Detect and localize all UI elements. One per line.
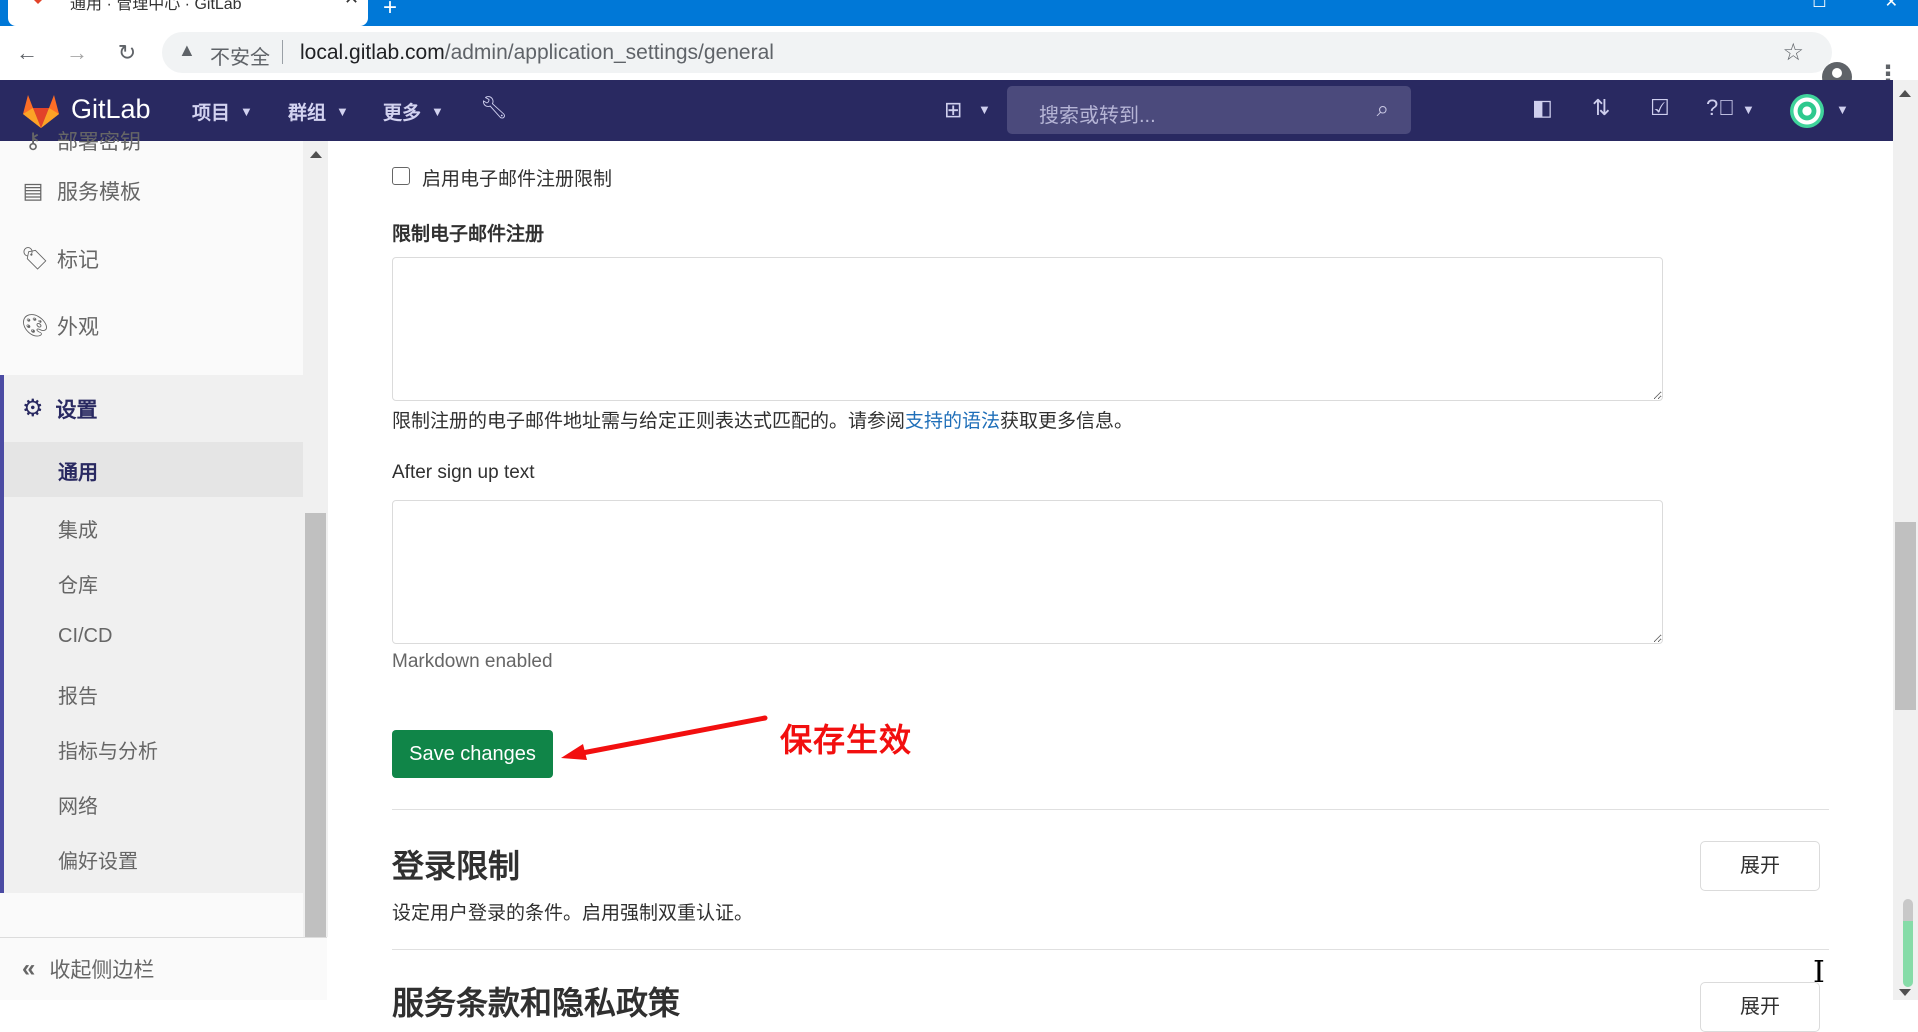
chevron-down-icon: ▼ [240,104,253,119]
warning-icon: ▲ [178,40,196,60]
search-icon: ⌕ [1376,96,1389,121]
new-plus-icon[interactable]: ⊞ [944,97,962,123]
user-avatar[interactable] [1790,94,1824,128]
gitlab-favicon-icon [34,0,42,4]
after-signup-textarea[interactable] [392,500,1663,644]
sidebar-subitem-metrics[interactable]: 指标与分析 [58,735,158,764]
expand-terms-button[interactable]: 展开 [1700,982,1820,1032]
restrict-email-textarea[interactable] [392,257,1663,401]
admin-wrench-icon[interactable]: 🔧︎ [480,95,508,121]
search-box[interactable]: 搜索或转到... ⌕ [1007,86,1411,134]
tab-title: 通用 · 管理中心 · GitLab [70,0,242,13]
sidebar-settings-section: ⚙ 设置 通用 集成 仓库 CI/CD 报告 指标与分析 网络 偏好设置 [0,375,303,893]
browser-toolbar: ← → ↻ ▲ 不安全 local.gitlab.com/admin/appli… [0,26,1918,92]
section-title-terms: 服务条款和隐私政策 [392,985,681,1021]
nav-more[interactable]: 更多 ▼ [383,98,444,125]
todos-icon[interactable]: ☑ [1650,95,1670,121]
sidebar-subitem-cicd[interactable]: CI/CD [58,625,112,648]
sidebar-subitem-preferences[interactable]: 偏好设置 [58,845,138,874]
collapse-sidebar-label: 收起侧边栏 [49,959,155,982]
collapse-sidebar-button[interactable]: « 收起侧边栏 [0,937,327,1000]
help-text: 获取更多信息。 [1000,411,1134,432]
scroll-down-arrow-icon[interactable] [1899,989,1911,996]
sidebar-item-label: 服务模板 [57,181,141,204]
sidebar-scrollbar[interactable] [303,141,328,937]
address-bar[interactable]: ▲ 不安全 local.gitlab.com/admin/application… [162,32,1832,73]
chevron-down-icon: ▼ [336,104,349,119]
double-chevron-left-icon: « [22,955,36,982]
sidebar-subitem-integrations[interactable]: 集成 [58,514,98,543]
sidebar-item-deploy-keys[interactable]: ⚷ 部署密钥 [0,121,303,161]
sidebar-item-label: 部署密钥 [57,131,141,154]
search-input[interactable]: 搜索或转到... [1039,99,1156,128]
page-scrollbar[interactable] [1893,80,1918,1000]
tab-close-icon[interactable]: ✕ [344,0,359,9]
section-description: 设定用户登录的条件。启用强制双重认证。 [392,903,754,924]
template-icon: ▤ [22,178,44,203]
sidebar-subitem-network[interactable]: 网络 [58,790,98,819]
restrict-email-label: 限制电子邮件注册 [392,224,545,245]
sidebar-subitem-general[interactable]: 通用 [4,442,303,497]
back-icon[interactable]: ← [12,38,42,68]
page-scroll-thumb[interactable] [1895,522,1916,710]
browser-tab-strip: 通用 · 管理中心 · GitLab ✕ + ☐ ✕ [0,0,1918,26]
annotation-text: 保存生效 [780,722,913,758]
chevron-down-icon[interactable]: ▼ [978,102,991,117]
sidebar-item-service-templates[interactable]: ▤ 服务模板 [0,161,303,221]
merge-requests-icon[interactable]: ⇅ [1592,95,1610,121]
email-restrictions-checkbox-label: 启用电子邮件注册限制 [422,169,613,190]
browser-tab[interactable]: 通用 · 管理中心 · GitLab ✕ [8,0,368,26]
sidebar-subitem-repository[interactable]: 仓库 [58,569,98,598]
sidebar-item-label: 外观 [57,316,99,339]
markdown-hint: Markdown enabled [392,651,553,672]
section-divider [392,809,1829,810]
expand-sign-in-restrictions-button[interactable]: 展开 [1700,841,1820,891]
insecure-label: 不安全 [210,47,270,69]
omnibox-separator [282,40,283,64]
section-divider [392,949,1829,950]
sidebar-subitem-label: 通用 [58,462,98,484]
key-icon: ⚷ [24,128,42,153]
chevron-down-icon[interactable]: ▼ [1742,102,1755,117]
restrict-email-help: 限制注册的电子邮件地址需与给定正则表达式匹配的。请参阅支持的语法获取更多信息。 [392,406,1133,433]
window-close-icon[interactable]: ✕ [1885,0,1898,12]
issues-icon[interactable]: ◧ [1532,95,1553,121]
scroll-up-arrow-icon[interactable] [1899,90,1911,97]
chevron-down-icon: ▼ [431,104,444,119]
scroll-up-arrow-icon[interactable] [310,151,322,158]
maximize-icon[interactable]: ☐ [1812,0,1826,12]
save-changes-button[interactable]: Save changes [392,730,553,778]
sidebar-item-appearance[interactable]: 🎨︎ 外观 [0,296,303,356]
gear-icon: ⚙ [22,395,44,422]
new-tab-button[interactable]: + [370,0,410,24]
url-host: local.gitlab.com [300,41,445,64]
after-signup-label: After sign up text [392,462,535,483]
sidebar-scroll-thumb[interactable] [305,513,326,937]
email-restrictions-checkbox[interactable] [392,167,410,185]
sidebar-item-label: 设置 [55,398,98,422]
sidebar-item-settings[interactable]: ⚙ 设置 [4,375,303,442]
forward-icon[interactable]: → [62,38,92,68]
help-icon[interactable]: ?⃝ [1706,95,1735,121]
chevron-down-icon[interactable]: ▼ [1836,102,1849,117]
window-controls: ☐ ✕ [1812,0,1898,12]
section-title-sign-in-restrictions: 登录限制 [392,848,521,884]
label-icon: 🏷︎ [21,246,49,271]
bookmark-star-icon[interactable]: ☆ [1782,38,1804,67]
annotation-arrow-icon [561,715,768,760]
text-cursor-icon: I [1813,955,1825,990]
nav-label: 更多 [383,103,422,124]
reload-icon[interactable]: ↻ [112,38,142,68]
sidebar-item-labels[interactable]: 🏷︎ 标记 [0,229,303,289]
url-text[interactable]: local.gitlab.com/admin/application_setti… [300,41,774,65]
sidebar-item-label: 标记 [57,249,99,272]
scroll-indicator [1903,899,1913,987]
supported-syntax-link[interactable]: 支持的语法 [905,411,1000,432]
help-text: 限制注册的电子邮件地址需与给定正则表达式匹配的。请参阅 [392,411,906,432]
appearance-icon: 🎨︎ [21,313,49,338]
url-path: /admin/application_settings/general [444,41,774,64]
sidebar-subitem-reporting[interactable]: 报告 [58,680,98,709]
